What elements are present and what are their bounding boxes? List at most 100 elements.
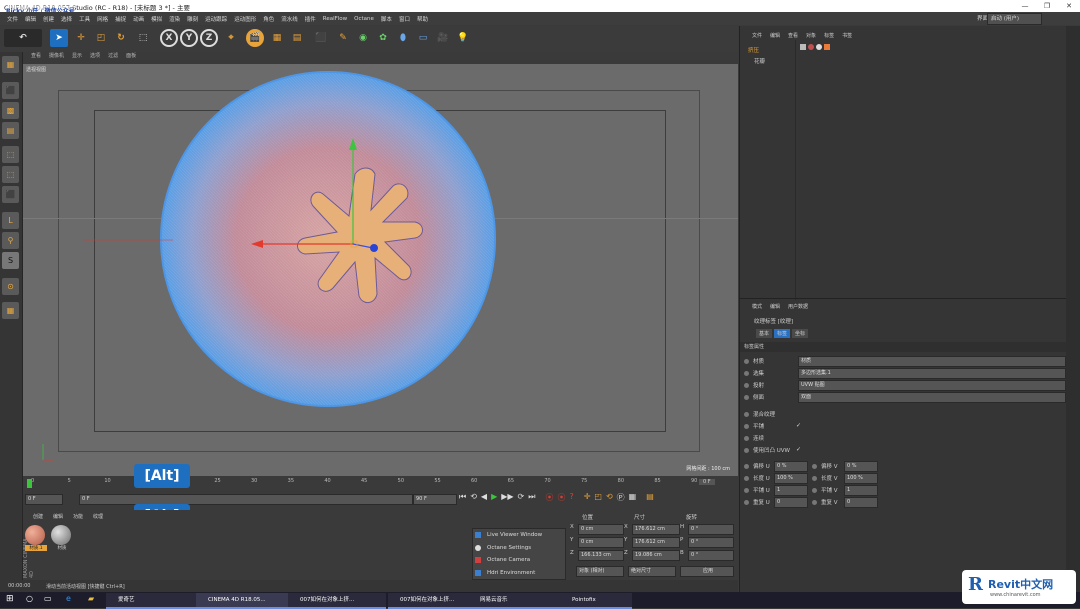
menu-item[interactable]: 捕捉 xyxy=(115,15,126,23)
lock-icon[interactable]: ⊙ xyxy=(2,278,19,295)
render-region-icon[interactable]: ▦ xyxy=(268,29,286,47)
menu-item[interactable]: 工具 xyxy=(79,15,90,23)
octane-live-viewer-item[interactable]: Live Viewer Window xyxy=(473,529,565,542)
start-frame-field[interactable]: 0 F xyxy=(79,494,413,505)
param-key-icon[interactable]: Ⓟ xyxy=(617,492,625,503)
make-editable-icon[interactable]: ▦ xyxy=(2,56,19,73)
axis-mode-icon[interactable]: L xyxy=(2,212,19,229)
menu-item[interactable]: 流水线 xyxy=(281,15,298,23)
explorer-icon[interactable]: ▰ xyxy=(88,594,94,603)
playhead[interactable] xyxy=(27,479,32,488)
coord-size-field[interactable]: 19.086 cm xyxy=(632,550,680,561)
material-thumb-2[interactable]: 材质 xyxy=(51,525,73,555)
polygons-mode-icon[interactable]: ⬛ xyxy=(2,186,19,203)
object-row-petal[interactable]: 花瓣 xyxy=(754,57,765,65)
attr-offset-field[interactable]: 1 xyxy=(844,485,878,496)
coord-size-field[interactable]: 176.612 cm xyxy=(632,537,680,548)
close-icon[interactable]: ✕ xyxy=(1058,0,1080,12)
floor-icon[interactable]: ▭ xyxy=(414,29,432,47)
move-icon[interactable]: ✛ xyxy=(72,29,90,47)
coord-pos-field[interactable]: 0 cm xyxy=(578,537,624,548)
material-menu-item[interactable]: 功能 xyxy=(73,513,83,520)
timeline-window-icon[interactable]: ▤ xyxy=(646,492,654,503)
rotate-icon[interactable]: ↻ xyxy=(112,29,130,47)
attr-offset-field[interactable]: 1 xyxy=(774,485,808,496)
workplane-icon[interactable]: ▤ xyxy=(2,122,19,139)
attr-prop-field[interactable]: UVW 贴图 xyxy=(798,380,1066,391)
live-select-icon[interactable]: ➤ xyxy=(50,29,68,47)
coord-rot-field[interactable]: 0 ° xyxy=(688,550,734,561)
coord-pos-field[interactable]: 166.133 cm xyxy=(578,550,624,561)
menu-item[interactable]: 窗口 xyxy=(399,15,410,23)
texture-mode-icon[interactable]: ▩ xyxy=(2,102,19,119)
key-selection-icon[interactable]: ? xyxy=(569,492,573,503)
object-menu-item[interactable]: 文件 xyxy=(752,32,762,39)
prev-key-icon[interactable]: ⟲ xyxy=(470,492,477,503)
menu-item[interactable]: 网格 xyxy=(97,15,108,23)
timeline-ruler[interactable]: 051015202530354045505560657075808590 xyxy=(31,478,697,488)
viewport-menu-item[interactable]: 显示 xyxy=(72,53,82,59)
coordinate-system-icon[interactable]: ⌖ xyxy=(222,29,240,47)
menu-item[interactable]: 编辑 xyxy=(25,15,36,23)
attr-offset-field[interactable]: 0 xyxy=(844,497,878,508)
snap-icon[interactable]: S xyxy=(2,252,19,269)
menu-item[interactable]: 渲染 xyxy=(169,15,180,23)
attr-offset-field[interactable]: 100 % xyxy=(774,473,808,484)
points-mode-icon[interactable]: ⬚ xyxy=(2,146,19,163)
next-key-icon[interactable]: ⟳ xyxy=(518,492,525,503)
attr-prop-field[interactable]: 双面 xyxy=(798,392,1066,403)
edge-icon[interactable]: e xyxy=(66,594,71,603)
coord-rot-field[interactable]: 0 ° xyxy=(688,524,734,535)
object-menu-item[interactable]: 查看 xyxy=(788,32,798,39)
axis-x-button[interactable]: X xyxy=(160,29,178,47)
undo-button[interactable]: ↶ xyxy=(4,29,42,47)
attributes-tab[interactable]: 坐标 xyxy=(792,329,809,338)
menu-item[interactable]: 创建 xyxy=(43,15,54,23)
octane-camera-item[interactable]: Octane Camera xyxy=(473,554,565,567)
light-icon[interactable]: 💡 xyxy=(454,29,472,47)
coord-size-field[interactable]: 176.612 cm xyxy=(632,524,680,535)
auto-key-icon[interactable]: ⦿ xyxy=(557,492,565,503)
rotate-key-icon[interactable]: ⟲ xyxy=(606,492,613,503)
model-mode-icon[interactable]: ⬛ xyxy=(2,82,19,99)
menu-item[interactable]: 帮助 xyxy=(417,15,428,23)
subdivision-icon[interactable]: ◉ xyxy=(354,29,372,47)
viewport-menu-item[interactable]: 查看 xyxy=(31,53,41,59)
render-settings-icon[interactable]: ▤ xyxy=(288,29,306,47)
maximize-icon[interactable]: ❐ xyxy=(1036,0,1058,12)
camera-icon[interactable]: 🎥 xyxy=(434,29,452,47)
attr-checkbox[interactable]: ✓ xyxy=(796,422,801,429)
attr-prop-field[interactable]: 多边形选集.1 xyxy=(798,368,1066,379)
scale-icon[interactable]: ◰ xyxy=(92,29,110,47)
scale-key-icon[interactable]: ◰ xyxy=(594,492,602,503)
object-menu-item[interactable]: 编辑 xyxy=(770,32,780,39)
edges-mode-icon[interactable]: ⬚ xyxy=(2,166,19,183)
taskbar-item[interactable]: 网易云音乐 xyxy=(468,593,566,609)
attributes-tab[interactable]: 基本 xyxy=(756,329,773,338)
play-icon[interactable]: ▶ xyxy=(491,492,497,503)
attributes-tab[interactable]: 标签 xyxy=(774,329,791,338)
move-key-icon[interactable]: ✛ xyxy=(584,492,591,503)
menu-item[interactable]: 插件 xyxy=(305,15,316,23)
menu-item[interactable]: 脚本 xyxy=(381,15,392,23)
start-icon[interactable]: ⊞ xyxy=(6,594,14,604)
material-menu-item[interactable]: 纹理 xyxy=(93,513,103,520)
menu-item[interactable]: 选择 xyxy=(61,15,72,23)
attributes-menu-item[interactable]: 模式 xyxy=(752,303,762,310)
taskbar-item[interactable]: CINEMA 4D R18.05... xyxy=(196,593,294,609)
current-frame-field[interactable]: 0 F xyxy=(25,494,63,505)
attributes-menu-item[interactable]: 编辑 xyxy=(770,303,780,310)
menu-item[interactable]: 文件 xyxy=(7,15,18,23)
coord-pos-field[interactable]: 0 cm xyxy=(578,524,624,535)
minimize-icon[interactable]: — xyxy=(1014,0,1036,12)
layout-dropdown[interactable]: 启动 (用户) xyxy=(987,13,1042,25)
taskbar-item[interactable]: 爱奇艺 xyxy=(106,593,204,609)
menu-item[interactable]: 模拟 xyxy=(151,15,162,23)
attr-offset-field[interactable]: 100 % xyxy=(844,473,878,484)
pla-key-icon[interactable]: ▦ xyxy=(629,492,637,503)
goto-end-icon[interactable]: ⏭ xyxy=(528,492,535,503)
material-thumb-1[interactable]: 材质.1 xyxy=(25,525,47,555)
viewport-menu-item[interactable]: 过滤 xyxy=(108,53,118,59)
attr-offset-field[interactable]: 0 % xyxy=(844,461,878,472)
viewport-menu-item[interactable]: 选项 xyxy=(90,53,100,59)
